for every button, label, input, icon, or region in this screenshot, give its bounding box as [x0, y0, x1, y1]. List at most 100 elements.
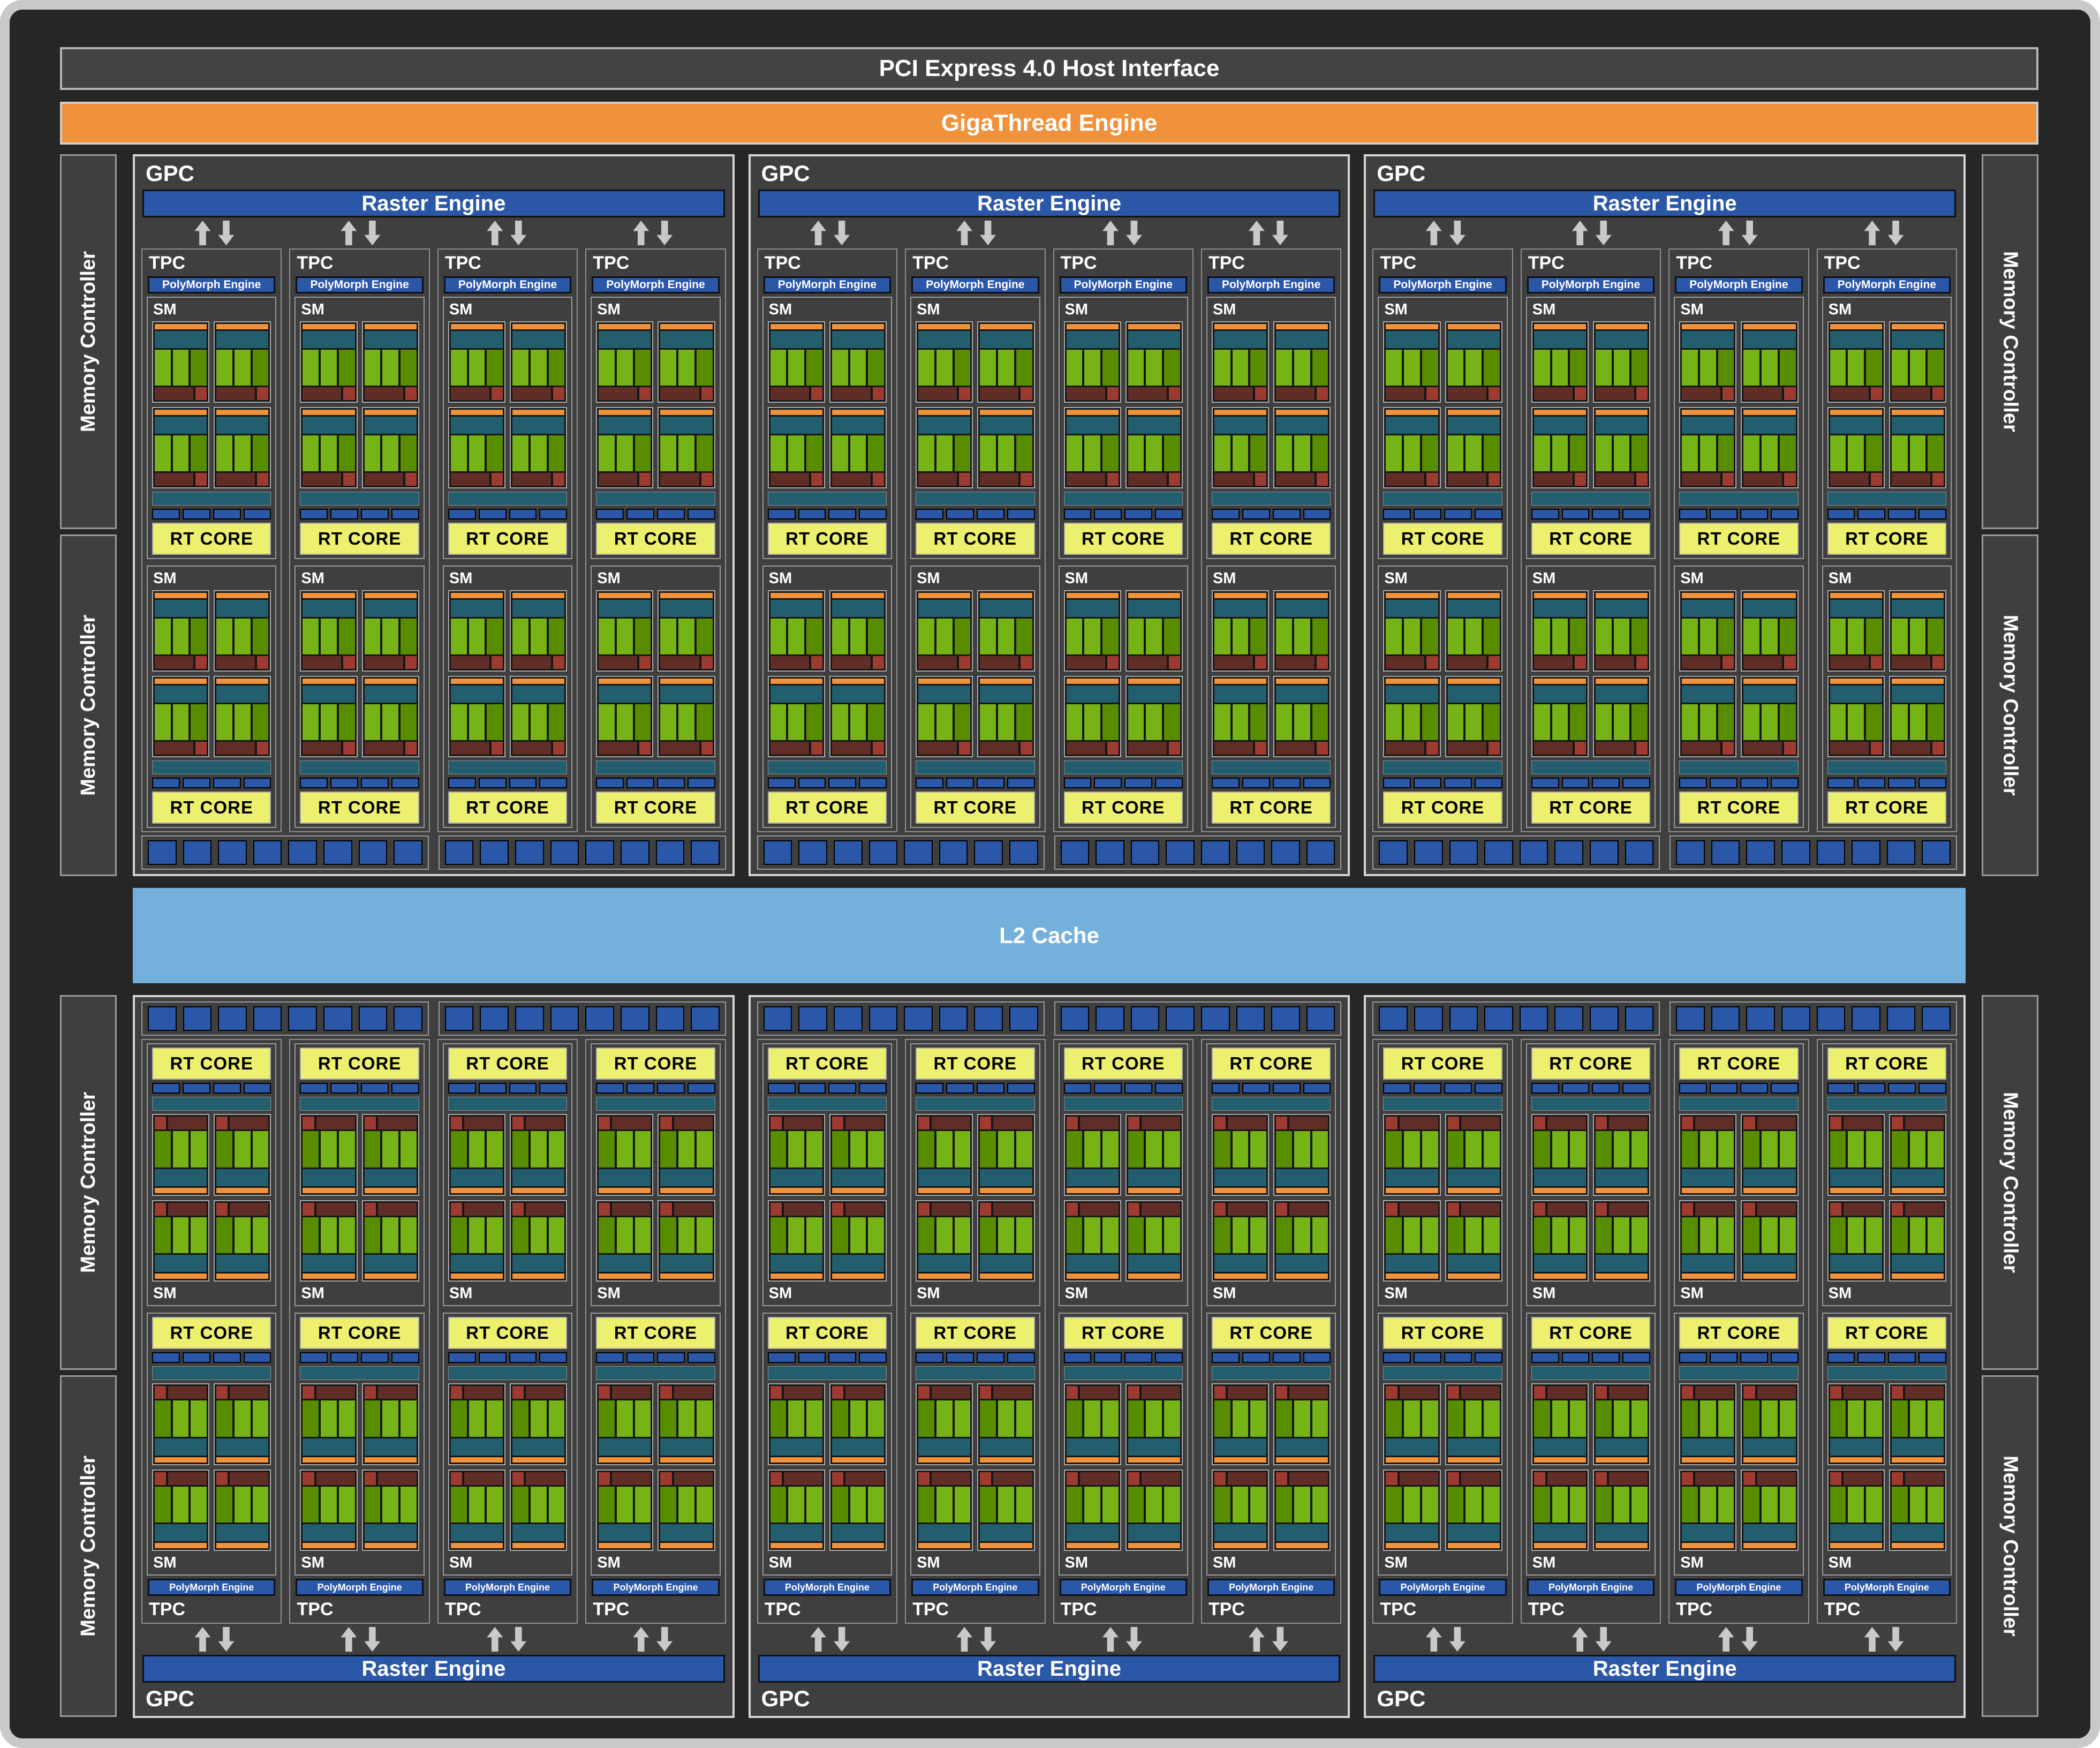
maroon-bar	[464, 1203, 503, 1216]
orange-bar	[1214, 593, 1266, 598]
core-subblock	[768, 321, 825, 403]
green-core-column	[936, 704, 953, 740]
maroon-bars	[1682, 387, 1734, 400]
green-core-column	[216, 619, 232, 654]
up-arrow-icon	[341, 221, 357, 245]
teal-bar	[1067, 1255, 1119, 1272]
blue-segment	[1827, 1352, 1855, 1363]
green-core-column-dark	[1276, 1400, 1292, 1437]
maroon-bar	[1695, 1117, 1734, 1129]
orange-bar	[1830, 1543, 1882, 1548]
green-core-column-dark	[1866, 704, 1882, 740]
green-core-column-dark	[1892, 1217, 1908, 1254]
maroon-bar	[316, 1203, 355, 1216]
raster-tpc-arrow-pair	[434, 221, 580, 245]
green-core-column-dark	[1570, 435, 1586, 471]
green-core-column	[1016, 1217, 1032, 1254]
maroon-square	[660, 1117, 671, 1129]
green-core-column	[1164, 1487, 1180, 1523]
green-core-column-dark	[1534, 1400, 1550, 1437]
green-core-column-dark	[339, 350, 355, 386]
maroon-bars	[1830, 1203, 1882, 1216]
green-core-column	[1233, 1487, 1249, 1523]
green-core-column	[635, 1487, 651, 1523]
green-core-column	[1866, 1487, 1882, 1523]
green-core-column	[1448, 435, 1464, 471]
rt-core-block: RT CORE	[1827, 1048, 1946, 1080]
green-core-column-dark	[1780, 435, 1796, 471]
rop-units-row	[1061, 840, 1335, 865]
teal-bar	[980, 1169, 1032, 1186]
maroon-square	[405, 742, 417, 755]
blue-segments-row	[300, 509, 419, 519]
orange-bar	[365, 1274, 417, 1279]
maroon-bars	[155, 1386, 207, 1399]
rt-core-label: RT CORE	[318, 797, 402, 818]
teal-bar-wide	[1679, 1366, 1798, 1380]
rop-unit	[1746, 840, 1775, 865]
green-core-column	[1233, 1217, 1249, 1254]
orange-bar	[1682, 324, 1734, 329]
green-core-column	[1404, 350, 1420, 386]
green-core-column-dark	[1312, 435, 1328, 471]
green-core-column	[1910, 350, 1926, 386]
green-core-column-dark	[1386, 1131, 1402, 1167]
maroon-bars	[1534, 1386, 1586, 1399]
green-core-column	[1084, 1217, 1100, 1254]
green-core-column	[1910, 1131, 1926, 1167]
blue-segment	[1124, 1083, 1152, 1094]
green-core-column	[660, 704, 676, 740]
rop-unit	[1201, 840, 1230, 865]
teal-bar	[512, 1438, 564, 1456]
green-core-column	[549, 1217, 565, 1254]
memory-controller-label: Memory Controller	[77, 615, 100, 796]
green-core-column	[1448, 704, 1464, 740]
rt-core-label: RT CORE	[1549, 529, 1633, 549]
teal-bar	[1128, 1169, 1180, 1186]
blue-segments-row	[1064, 509, 1183, 519]
rop-unit	[1306, 1006, 1335, 1031]
rop-unit	[656, 840, 685, 865]
core-columns	[918, 1217, 970, 1254]
green-core-column	[1762, 619, 1778, 654]
polymorph-engine-bar: PolyMorph Engine	[444, 1579, 571, 1596]
core-columns	[1067, 350, 1119, 386]
orange-bar	[1276, 1457, 1328, 1463]
green-core-column	[512, 704, 528, 740]
maroon-bars	[303, 1472, 354, 1485]
core-columns	[216, 1131, 268, 1167]
green-core-column	[678, 350, 694, 386]
green-core-column	[678, 1217, 694, 1254]
green-core-column-dark	[1928, 704, 1944, 740]
green-core-column-dark	[1312, 704, 1328, 740]
orange-bar	[1128, 1543, 1180, 1548]
orange-bar	[512, 1543, 564, 1548]
maroon-square	[512, 1203, 524, 1216]
maroon-bars	[832, 1386, 884, 1399]
core-columns	[1128, 350, 1180, 386]
teal-bar	[216, 1438, 268, 1456]
maroon-bars	[770, 656, 822, 669]
down-arrow-icon	[1742, 1627, 1758, 1652]
green-core-column	[1146, 619, 1162, 654]
green-core-column	[1466, 1217, 1482, 1254]
maroon-square	[873, 656, 884, 669]
core-columns	[1448, 435, 1500, 471]
sm-block: SM	[591, 566, 720, 828]
blue-segment	[859, 1083, 887, 1094]
core-subblock	[829, 1383, 887, 1465]
core-columns	[1276, 1131, 1328, 1167]
green-core-column-dark	[1682, 1217, 1698, 1254]
green-core-column-dark	[1422, 435, 1438, 471]
orange-bar	[980, 1543, 1032, 1548]
core-columns	[660, 704, 712, 740]
teal-bar	[770, 1255, 822, 1272]
sm-label: SM	[1383, 301, 1502, 318]
core-subblock	[1531, 1383, 1589, 1465]
rt-core-label: RT CORE	[1401, 1053, 1485, 1074]
orange-bar	[1534, 1457, 1586, 1463]
green-core-column	[451, 619, 467, 654]
core-subblock	[768, 1200, 825, 1282]
core-subblock	[448, 590, 505, 672]
sm-block: SM	[591, 1043, 720, 1306]
